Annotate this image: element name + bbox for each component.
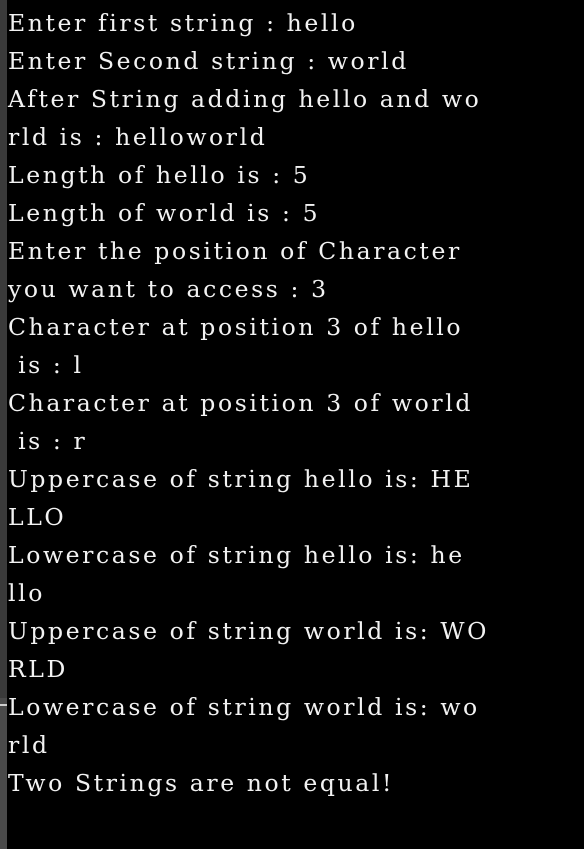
console-line: Enter Second string : world xyxy=(8,47,409,75)
console-line: Character at position 3 of world xyxy=(8,389,473,417)
console-line: After String adding hello and wo xyxy=(8,85,482,113)
console-output: Enter first string : hello Enter Second … xyxy=(8,4,489,802)
console-line: Character at position 3 of hello xyxy=(8,313,464,341)
console-line: you want to access : 3 xyxy=(8,275,329,303)
console-line: llo xyxy=(8,579,45,607)
left-edge-bar xyxy=(0,0,7,849)
console-line: Enter the position of Character xyxy=(8,237,462,265)
console-line: is : r xyxy=(8,427,88,455)
console-line: Two Strings are not equal! xyxy=(8,769,395,797)
console-line: LLO xyxy=(8,503,67,531)
console-line: is : l xyxy=(8,351,84,379)
console-line: Length of hello is : 5 xyxy=(8,161,311,189)
console-line: Length of world is : 5 xyxy=(8,199,321,227)
console-line: rld xyxy=(8,731,50,759)
console-line: Lowercase of string world is: wo xyxy=(8,693,480,721)
console-line: Enter first string : hello xyxy=(8,9,358,37)
terminal-output-window: Enter first string : hello Enter Second … xyxy=(0,0,584,849)
console-line: Uppercase of string hello is: HE xyxy=(8,465,474,493)
console-line: RLD xyxy=(8,655,68,683)
console-line: Lowercase of string hello is: he xyxy=(8,541,465,569)
console-line: rld is : helloworld xyxy=(8,123,268,151)
console-line: Uppercase of string world is: WO xyxy=(8,617,489,645)
cursor-mark xyxy=(0,704,7,706)
